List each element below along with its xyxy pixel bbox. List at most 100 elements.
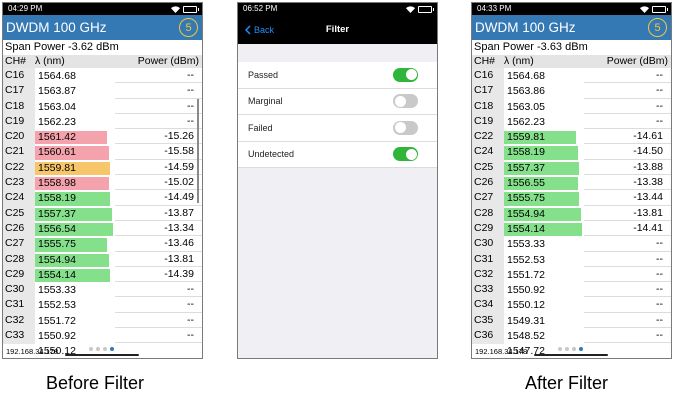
table-row[interactable]: C28 1554.94 -13.81: [3, 251, 202, 267]
table-body: C16 1564.68 -- C17 1563.86 -- C18 1563.05 -- C19 1…: [472, 68, 671, 358]
wavelength-value: 1551.72: [38, 314, 76, 327]
wavelength-cell: 1563.86: [504, 83, 584, 98]
wavelength-value: 1562.23: [38, 115, 76, 128]
table-row[interactable]: C20 1561.42 -15.26: [3, 129, 202, 145]
power-cell: -13.87: [115, 206, 202, 221]
page-indicator[interactable]: [558, 347, 583, 351]
filter-option-failed[interactable]: Failed: [238, 115, 437, 142]
table-row[interactable]: C19 1562.23 --: [472, 113, 671, 130]
channel-cell: C26: [472, 175, 504, 191]
table-row[interactable]: C22 1559.81 -14.59: [3, 159, 202, 176]
channel-cell: C36: [472, 328, 504, 344]
filter-nav-bar: Back Filter: [238, 15, 437, 44]
wavelength-cell: 1563.05: [504, 98, 584, 114]
wavelength-value: 1563.05: [507, 100, 545, 113]
channel-cell: C24: [3, 190, 35, 206]
wavelength-value: 1550.92: [38, 330, 76, 343]
table-row[interactable]: C17 1563.87 --: [3, 83, 202, 99]
filter-option-undetected[interactable]: Undetected: [238, 142, 437, 168]
page-dot[interactable]: [103, 347, 107, 351]
table-row[interactable]: C24 1558.19 -14.49: [3, 190, 202, 206]
table-row[interactable]: C30 1553.33 --: [3, 282, 202, 298]
channel-cell: C18: [3, 98, 35, 114]
table-row[interactable]: C27 1555.75 -13.44: [472, 190, 671, 206]
table-row[interactable]: C18 1563.05 --: [472, 98, 671, 114]
table-row[interactable]: C21 1560.61 -15.58: [3, 144, 202, 160]
home-indicator[interactable]: [534, 354, 608, 356]
bottom-bar: 192.168.34.178: [3, 344, 202, 358]
page-dot[interactable]: [572, 347, 576, 351]
home-indicator[interactable]: [65, 354, 139, 356]
table-row[interactable]: C31 1552.53 --: [472, 251, 671, 267]
filter-option-marginal[interactable]: Marginal: [238, 89, 437, 115]
wavelength-cell: 1554.94: [504, 205, 584, 221]
page-indicator[interactable]: [89, 347, 114, 351]
channel-cell: C28: [472, 205, 504, 221]
wavelength-value: 1558.98: [38, 177, 76, 190]
wavelength-value: 1556.55: [507, 177, 545, 190]
table-row[interactable]: C30 1553.33 --: [472, 236, 671, 252]
status-bar: 04:33 PM: [472, 3, 671, 15]
table-row[interactable]: C16 1564.68 --: [472, 68, 671, 84]
table-row[interactable]: C31 1552.53 --: [3, 297, 202, 313]
table-row[interactable]: C32 1551.72 --: [3, 312, 202, 329]
col-power: Power (dBm): [606, 55, 668, 67]
page-dot[interactable]: [96, 347, 100, 351]
app-header: DWDM 100 GHz 5: [3, 15, 202, 40]
table-row[interactable]: C341550.12 --: [472, 297, 671, 313]
wavelength-value: 1554.94: [507, 207, 545, 220]
wavelength-value: 1558.19: [507, 146, 545, 159]
back-button[interactable]: Back: [245, 25, 274, 35]
table-row[interactable]: C26 1556.54 -13.34: [3, 220, 202, 237]
wavelength-cell: 1556.55: [504, 175, 584, 191]
table-row[interactable]: C26 1556.55 -13.38: [472, 175, 671, 191]
power-cell: --: [115, 83, 202, 99]
page-dot-active[interactable]: [110, 347, 114, 351]
channel-cell: C24: [472, 144, 504, 160]
table-row[interactable]: C36 1548.52 --: [472, 328, 671, 344]
power-cell: --: [115, 297, 202, 313]
toggle-switch[interactable]: [393, 120, 418, 135]
wavelength-cell: 1554.14: [35, 266, 115, 283]
wavelength-cell: 1564.68: [504, 68, 584, 83]
table-row[interactable]: C27 1555.75 -13.46: [3, 236, 202, 252]
page-dot[interactable]: [558, 347, 562, 351]
table-row[interactable]: C28 1554.94 -13.81: [472, 205, 671, 221]
table-row[interactable]: C33 1550.92 --: [3, 328, 202, 344]
table-row[interactable]: C25 1557.37 -13.88: [472, 159, 671, 176]
table-row[interactable]: C17 1563.86 --: [472, 83, 671, 99]
toggle-switch[interactable]: [393, 147, 418, 162]
channel-cell: C28: [3, 251, 35, 267]
page-dot[interactable]: [89, 347, 93, 351]
caption-before: Before Filter: [46, 373, 145, 393]
table-row[interactable]: C25 1557.37 -13.87: [3, 205, 202, 221]
table-row[interactable]: C32 1551.72 --: [472, 266, 671, 283]
toggle-switch[interactable]: [393, 67, 418, 82]
channel-cell: C16: [3, 68, 35, 84]
table-row[interactable]: C35 1549.31 --: [472, 312, 671, 329]
channel-cell: C20: [3, 129, 35, 145]
toggle-switch[interactable]: [393, 94, 418, 109]
wavelength-value: 1554.94: [38, 253, 76, 266]
page-dot[interactable]: [565, 347, 569, 351]
wavelength-cell: 1557.37: [504, 159, 584, 176]
scrollbar[interactable]: [197, 99, 199, 203]
table-row[interactable]: C33 1550.92 --: [472, 282, 671, 298]
table-row[interactable]: C24 1558.19 -14.50: [472, 144, 671, 160]
power-cell: -14.50: [584, 144, 671, 160]
filter-count-badge[interactable]: 5: [648, 18, 667, 37]
table-row[interactable]: C23 1558.98 -15.02: [3, 175, 202, 191]
power-cell: --: [115, 114, 202, 130]
filter-count-badge[interactable]: 5: [179, 18, 198, 37]
app-title: DWDM 100 GHz: [475, 20, 576, 35]
wavelength-cell: 1561.42: [35, 129, 115, 145]
page-dot-active[interactable]: [579, 347, 583, 351]
channel-cell: C18: [472, 98, 504, 114]
table-row[interactable]: C29 1554.14 -14.39: [3, 266, 202, 283]
table-row[interactable]: C29 1554.14 -14.41: [472, 220, 671, 237]
table-row[interactable]: C18 1563.04 --: [3, 98, 202, 114]
filter-option-passed[interactable]: Passed: [238, 62, 437, 89]
table-row[interactable]: C19 1562.23 --: [3, 113, 202, 130]
table-row[interactable]: C16 1564.68 --: [3, 68, 202, 84]
table-row[interactable]: C22 1559.81 -14.61: [472, 129, 671, 145]
